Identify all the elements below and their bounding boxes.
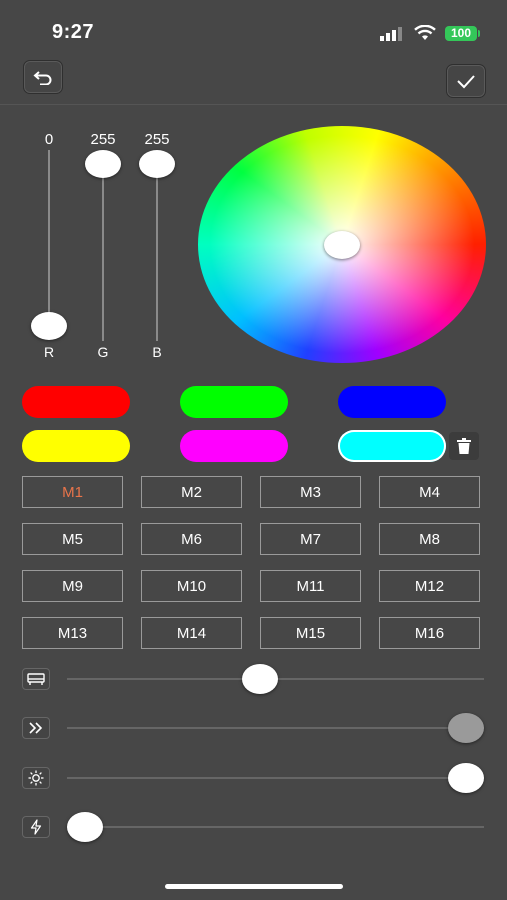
r-value: 0 <box>44 131 54 148</box>
mode-button-m6[interactable]: M6 <box>141 523 242 555</box>
power-slider-track[interactable] <box>67 826 484 828</box>
double-chevron-icon <box>29 722 43 734</box>
g-slider-track[interactable] <box>102 165 104 341</box>
power-slider-knob[interactable] <box>67 812 103 842</box>
wifi-icon <box>414 25 436 40</box>
preset-green[interactable] <box>180 386 288 418</box>
preset-blue[interactable] <box>338 386 446 418</box>
lightning-icon <box>30 819 42 835</box>
g-slider-knob[interactable] <box>85 150 121 178</box>
brightness-slider-track[interactable] <box>67 777 484 779</box>
color-wheel-picker[interactable] <box>324 231 360 259</box>
delete-preset-button[interactable] <box>449 432 479 460</box>
r-slider-knob[interactable] <box>31 312 67 340</box>
mode-button-m8[interactable]: M8 <box>379 523 480 555</box>
battery-indicator: 100 <box>445 26 477 41</box>
mode-button-m10[interactable]: M10 <box>141 570 242 602</box>
mode-grid: M1 M2 M3 M4 M5 M6 M7 M8 M9 M10 M11 M12 M13 M14 M15 M16 <box>22 476 486 649</box>
g-value: 255 <box>90 131 116 148</box>
mode-button-m5[interactable]: M5 <box>22 523 123 555</box>
mode-button-m7[interactable]: M7 <box>260 523 361 555</box>
mode-button-m14[interactable]: M14 <box>141 617 242 649</box>
signal-icon <box>380 27 402 41</box>
speed-slider-button[interactable] <box>22 717 50 739</box>
speed-slider-knob[interactable] <box>448 713 484 743</box>
mode-button-m1[interactable]: M1 <box>22 476 123 508</box>
header-divider <box>0 104 507 105</box>
b-slider-track[interactable] <box>156 165 158 341</box>
mode-button-m16[interactable]: M16 <box>379 617 480 649</box>
brightness-slider-button[interactable] <box>22 767 50 789</box>
preset-yellow[interactable] <box>22 430 130 462</box>
back-button[interactable] <box>23 60 63 94</box>
r-label: R <box>43 344 55 360</box>
sofa-icon <box>27 673 45 685</box>
undo-icon <box>33 71 52 85</box>
b-value: 255 <box>144 131 170 148</box>
home-indicator <box>165 884 343 889</box>
mode-slider-button[interactable] <box>22 668 50 690</box>
preset-red[interactable] <box>22 386 130 418</box>
trash-icon <box>457 438 471 454</box>
mode-slider-knob[interactable] <box>242 664 279 694</box>
status-time: 9:27 <box>52 21 95 43</box>
battery-tip <box>478 30 480 37</box>
mode-button-m2[interactable]: M2 <box>141 476 242 508</box>
speed-slider-track[interactable] <box>67 727 484 729</box>
power-slider-button[interactable] <box>22 816 50 838</box>
mode-button-m11[interactable]: M11 <box>260 570 361 602</box>
b-label: B <box>152 344 162 360</box>
confirm-button[interactable] <box>446 64 486 98</box>
brightness-slider-knob[interactable] <box>448 763 484 793</box>
preset-magenta[interactable] <box>180 430 288 462</box>
mode-button-m4[interactable]: M4 <box>379 476 480 508</box>
b-slider-knob[interactable] <box>139 150 175 178</box>
mode-button-m12[interactable]: M12 <box>379 570 480 602</box>
preset-cyan[interactable] <box>338 430 446 462</box>
mode-button-m15[interactable]: M15 <box>260 617 361 649</box>
mode-button-m3[interactable]: M3 <box>260 476 361 508</box>
sun-icon <box>28 770 44 786</box>
checkmark-icon <box>457 75 475 89</box>
mode-button-m9[interactable]: M9 <box>22 570 123 602</box>
mode-button-m13[interactable]: M13 <box>22 617 123 649</box>
r-slider-track[interactable] <box>48 150 50 336</box>
g-label: G <box>97 344 109 360</box>
